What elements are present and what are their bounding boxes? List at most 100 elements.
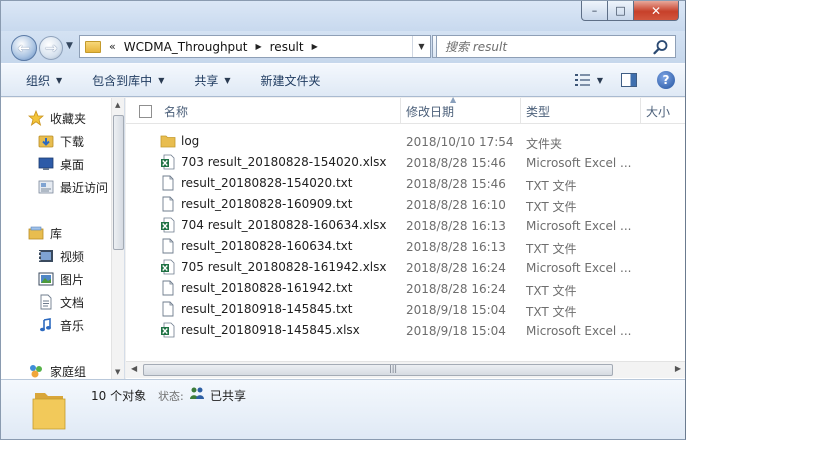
- file-name-cell: 703 result_20180828-154020.xlsx: [160, 154, 387, 170]
- file-name: log: [181, 134, 200, 148]
- file-row[interactable]: 703 result_20180828-154020.xlsx 2018/8/28…: [126, 152, 671, 173]
- scroll-left-icon[interactable]: ◀: [131, 364, 137, 373]
- recent-pages-dropdown[interactable]: ▼: [66, 41, 73, 51]
- sidebar-item-homegroup[interactable]: 家庭组: [28, 362, 86, 380]
- select-all-checkbox[interactable]: [139, 105, 152, 118]
- sidebar-item-label: 视频: [60, 249, 85, 264]
- file-type: Microsoft Excel ...: [526, 261, 632, 275]
- explorer-window: – □ ✕ ← → ▼ « WCDMA_Throughput ▶ result …: [0, 0, 686, 440]
- address-history-dropdown[interactable]: ▼: [412, 36, 430, 57]
- horizontal-scrollbar[interactable]: ◀ ||| ▶: [126, 361, 685, 378]
- file-name-cell: result_20180828-160634.txt: [160, 238, 353, 254]
- file-type: TXT 文件: [526, 284, 577, 298]
- preview-pane-icon[interactable]: [621, 73, 637, 87]
- file-list: 名称 ▲ 修改日期 类型 大小 log 2018/10/10 17:54 文件夹 70…: [126, 95, 685, 379]
- excel-icon: [161, 217, 175, 233]
- file-name-cell: 704 result_20180828-160634.xlsx: [160, 217, 387, 233]
- column-label: 修改日期: [406, 104, 455, 119]
- organize-label: 组织: [26, 73, 51, 88]
- sidebar-item-label: 最近访问: [60, 180, 109, 195]
- shared-users-icon: [190, 387, 204, 399]
- column-header-type[interactable]: 类型: [520, 98, 640, 124]
- column-header-date-modified[interactable]: ▲ 修改日期: [400, 95, 520, 124]
- column-header-name[interactable]: 名称: [158, 98, 400, 124]
- file-row[interactable]: result_20180828-160634.txt 2018/8/28 16:1…: [126, 236, 671, 257]
- library-icon: [28, 226, 44, 240]
- file-row[interactable]: log 2018/10/10 17:54 文件夹: [126, 131, 671, 152]
- text-file-icon: [162, 175, 174, 191]
- navigation-bar: ← → ▼ « WCDMA_Throughput ▶ result ▶ ▼ ↻: [1, 31, 685, 63]
- share-with-menu[interactable]: 共享 ▼: [194, 64, 230, 96]
- file-date: 2018/8/28 15:46: [406, 177, 506, 191]
- share-state: 已共享: [210, 389, 247, 403]
- sidebar-item-recent-places[interactable]: 最近访问: [38, 178, 108, 196]
- search-icon[interactable]: [653, 39, 669, 55]
- file-row[interactable]: result_20180828-154020.txt 2018/8/28 15:4…: [126, 173, 671, 194]
- document-icon: [40, 294, 52, 310]
- scroll-down-icon[interactable]: ▼: [115, 368, 120, 376]
- file-name: result_20180828-161942.txt: [181, 281, 353, 295]
- breadcrumb-result[interactable]: result: [270, 40, 304, 54]
- sidebar-item-music[interactable]: 音乐: [38, 316, 84, 334]
- search-input[interactable]: [437, 39, 653, 54]
- file-date: 2018/8/28 16:24: [406, 282, 506, 296]
- close-button[interactable]: ✕: [634, 1, 679, 21]
- forward-button[interactable]: →: [39, 36, 63, 60]
- change-view-icon[interactable]: [574, 73, 591, 87]
- sidebar-item-label: 家庭组: [50, 364, 87, 379]
- file-row[interactable]: result_20180918-145845.xlsx 2018/9/18 15:…: [126, 320, 671, 341]
- scroll-right-icon[interactable]: ▶: [675, 364, 681, 373]
- scrollbar-thumb[interactable]: [113, 115, 124, 250]
- scrollbar-thumb[interactable]: |||: [143, 364, 613, 376]
- file-type: Microsoft Excel ...: [526, 156, 632, 170]
- sidebar-item-favorites[interactable]: 收藏夹: [28, 109, 86, 127]
- excel-icon: [161, 259, 175, 275]
- column-headers: 名称 ▲ 修改日期 类型 大小: [126, 95, 685, 124]
- sidebar-item-label: 收藏夹: [50, 111, 87, 126]
- organize-menu[interactable]: 组织 ▼: [26, 64, 62, 96]
- include-in-library-menu[interactable]: 包含到库中 ▼: [92, 64, 164, 96]
- sort-ascending-icon: ▲: [450, 95, 457, 104]
- minimize-button[interactable]: –: [581, 1, 608, 21]
- sidebar-item-videos[interactable]: 视频: [38, 247, 84, 265]
- excel-icon: [161, 154, 175, 170]
- breadcrumb-arrow-icon[interactable]: ▶: [312, 42, 318, 51]
- sidebar-item-downloads[interactable]: 下载: [38, 132, 84, 150]
- address-bar[interactable]: « WCDMA_Throughput ▶ result ▶ ▼ ↻: [79, 35, 456, 58]
- file-name: result_20180918-145845.xlsx: [181, 323, 360, 337]
- scroll-up-icon[interactable]: ▲: [115, 101, 120, 109]
- file-row[interactable]: 705 result_20180828-161942.xlsx 2018/8/28…: [126, 257, 671, 278]
- excel-icon: [161, 322, 175, 338]
- address-overflow-chevron[interactable]: «: [109, 40, 116, 53]
- sidebar-item-documents[interactable]: 文档: [38, 293, 84, 311]
- maximize-button[interactable]: □: [608, 1, 634, 21]
- file-date: 2018/8/28 16:13: [406, 240, 506, 254]
- folder-icon: [32, 393, 66, 430]
- sidebar-item-libraries[interactable]: 库: [28, 224, 62, 242]
- sidebar-item-desktop[interactable]: 桌面: [38, 155, 84, 173]
- back-button[interactable]: ←: [11, 35, 37, 61]
- help-icon[interactable]: ?: [657, 71, 675, 89]
- file-row[interactable]: result_20180828-161942.txt 2018/8/28 16:2…: [126, 278, 671, 299]
- command-bar: 组织 ▼ 包含到库中 ▼ 共享 ▼ 新建文件夹 ▼ ?: [1, 63, 685, 97]
- navigation-scrollbar[interactable]: ▲ ▼: [111, 98, 124, 379]
- breadcrumb-wcdma-throughput[interactable]: WCDMA_Throughput: [124, 40, 248, 54]
- sidebar-item-pictures[interactable]: 图片: [38, 270, 84, 288]
- star-icon: [28, 110, 44, 126]
- new-folder-button[interactable]: 新建文件夹: [261, 64, 321, 96]
- column-label: 大小: [646, 104, 671, 119]
- recent-places-icon: [38, 180, 54, 194]
- sidebar-item-label: 库: [50, 226, 63, 241]
- file-row[interactable]: result_20180918-145845.txt 2018/9/18 15:0…: [126, 299, 671, 320]
- item-count: 10 个对象: [91, 389, 147, 403]
- chevron-down-icon: ▼: [158, 75, 165, 85]
- column-header-size[interactable]: 大小: [640, 98, 685, 124]
- file-name: result_20180828-160909.txt: [181, 197, 353, 211]
- breadcrumb-arrow-icon[interactable]: ▶: [255, 42, 261, 51]
- file-name: result_20180828-160634.txt: [181, 239, 353, 253]
- file-row[interactable]: result_20180828-160909.txt 2018/8/28 16:1…: [126, 194, 671, 215]
- file-row[interactable]: 704 result_20180828-160634.xlsx 2018/8/28…: [126, 215, 671, 236]
- file-name: 703 result_20180828-154020.xlsx: [181, 155, 387, 169]
- file-type: TXT 文件: [526, 200, 577, 214]
- view-options-dropdown[interactable]: ▼: [597, 76, 603, 85]
